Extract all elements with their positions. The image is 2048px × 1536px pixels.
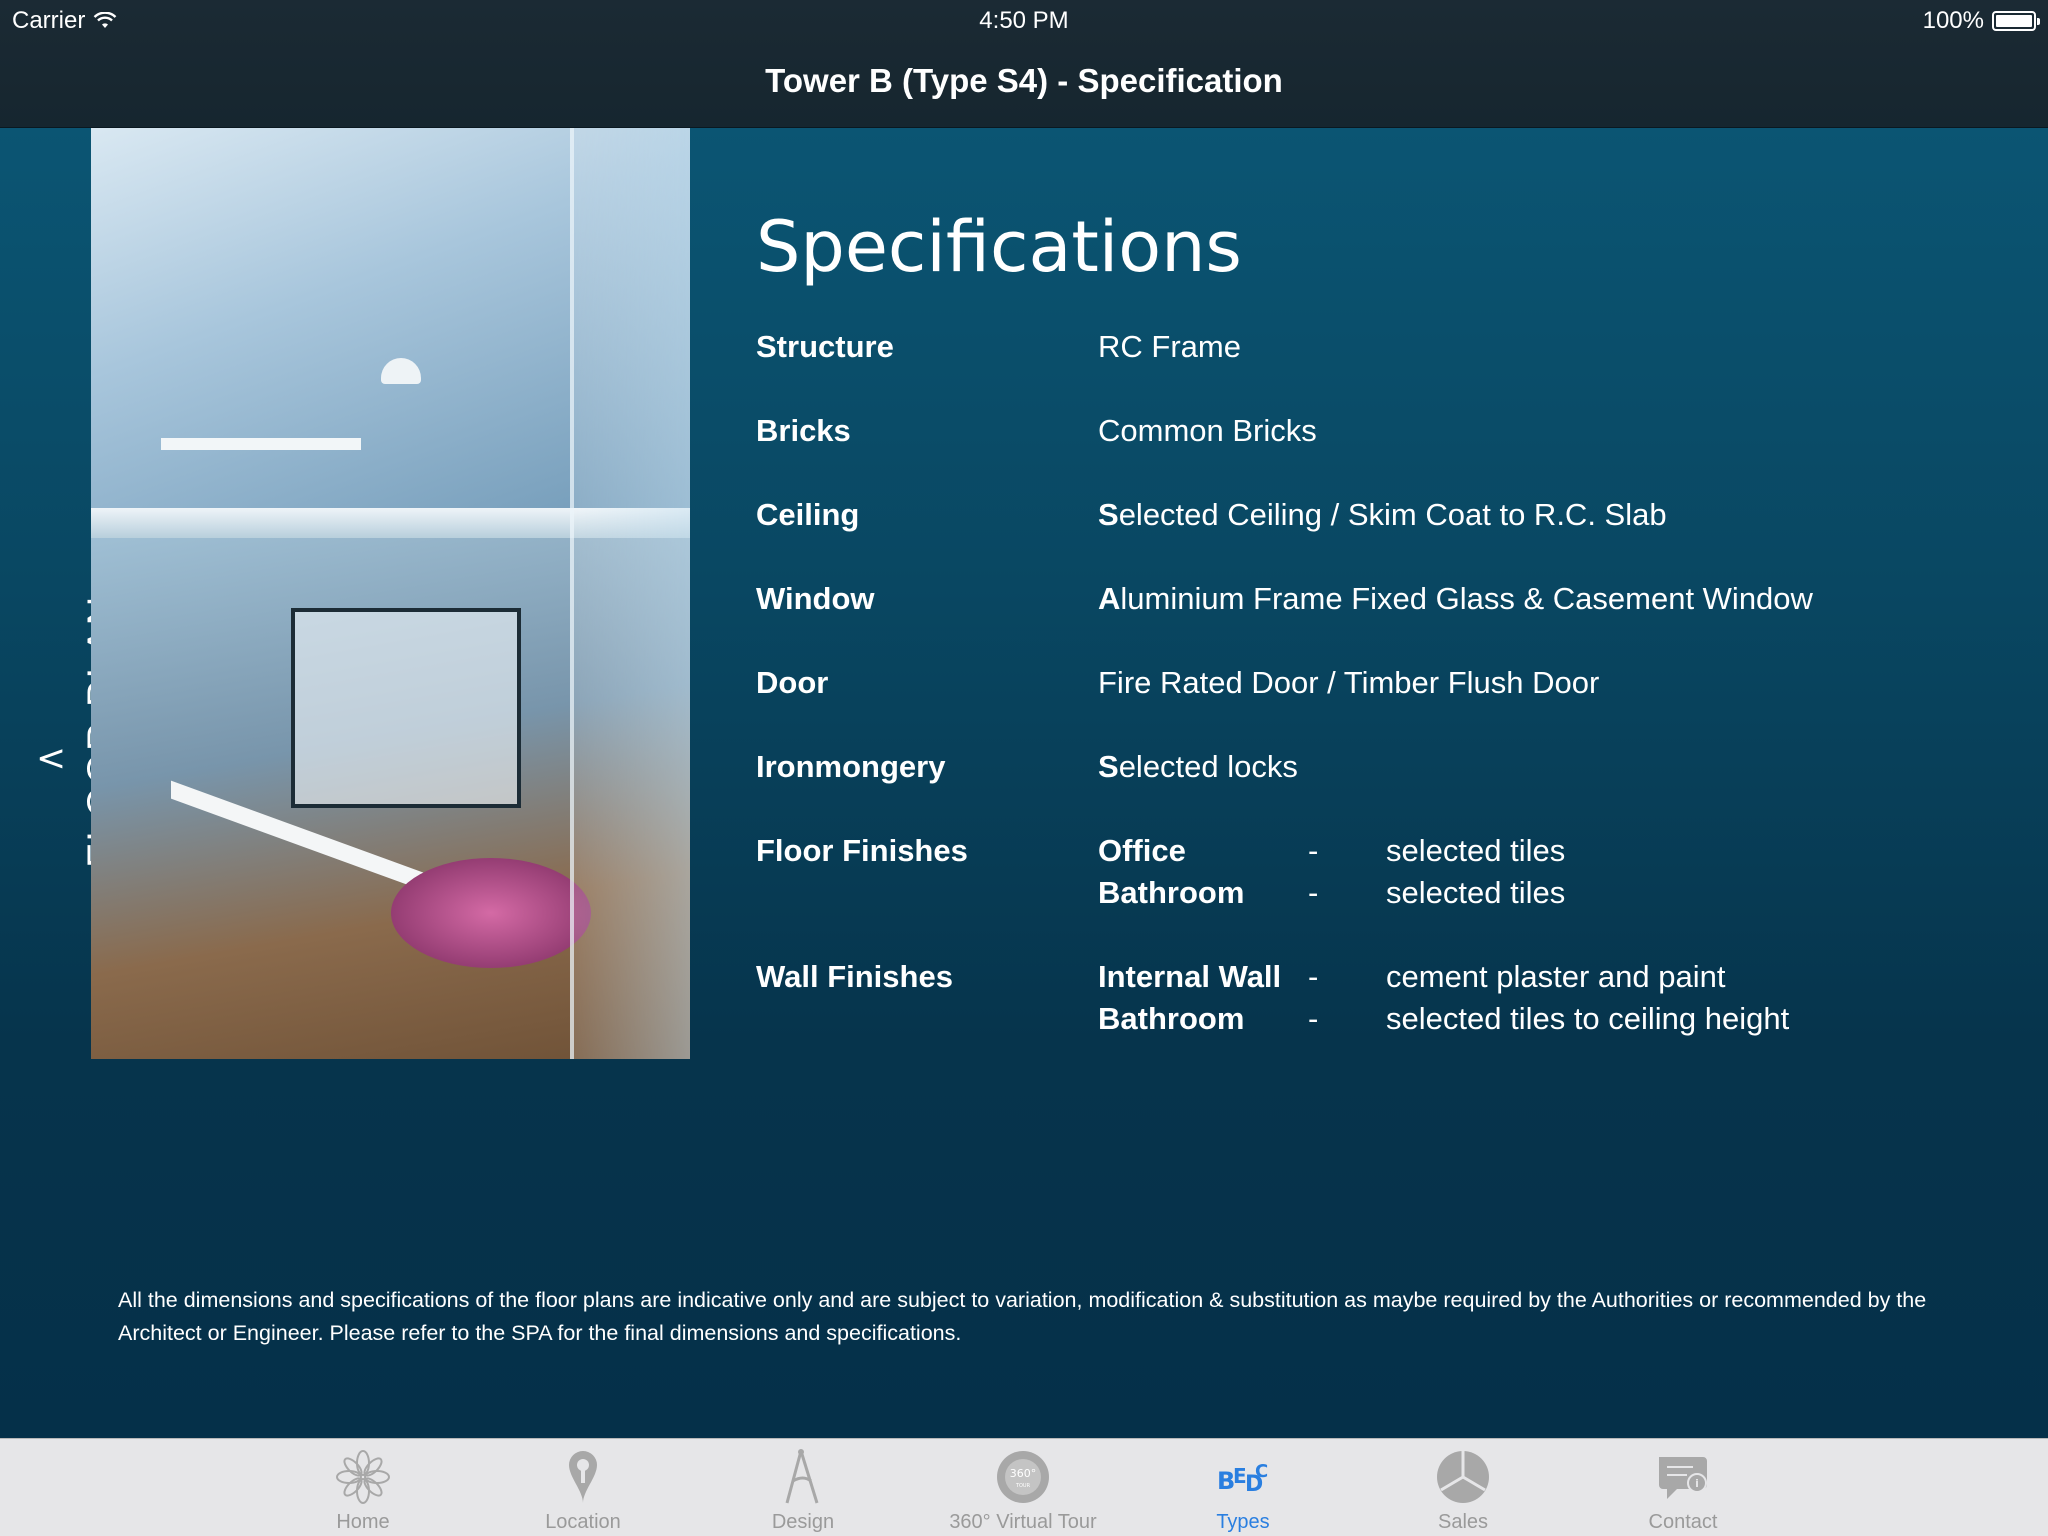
flower-icon [336,1450,390,1504]
tab-contact[interactable]: i Contact [1583,1439,1783,1536]
tab-label: Location [545,1511,621,1533]
tab-design[interactable]: Design [703,1439,903,1536]
tab-label: 360° Virtual Tour [949,1511,1097,1533]
finish-dash: - [1308,959,1319,994]
spec-label: Bricks [756,413,851,448]
finish-value: cement plaster and paint [1386,959,1726,994]
disclaimer-text: All the dimensions and specifications of… [118,1288,1927,1345]
spec-label: Ceiling [756,497,860,532]
finish-area: Internal Wall [1098,959,1282,994]
interior-render-image [91,128,690,1059]
location-pin-icon [569,1451,597,1503]
finish-area: Office [1098,833,1186,868]
status-time: 4:50 PM [979,7,1069,34]
finish-area: Bathroom [1098,1001,1245,1036]
tab-label: Sales [1437,1511,1489,1533]
svg-text:360°: 360° [1010,1467,1037,1480]
spec-value: Common Bricks [1098,413,1317,448]
battery-icon [1992,11,2040,31]
finish-area: Bathroom [1098,875,1245,910]
finish-value: selected tiles [1386,875,1566,910]
finish-dash: - [1308,833,1319,868]
spec-label: Ironmongery [756,749,946,784]
back-arrow-icon[interactable]: < [36,738,66,779]
finish-dash: - [1308,1001,1319,1036]
tab-sales[interactable]: Sales [1363,1439,1563,1536]
spec-label: Door [756,665,829,700]
tab-label: Types [1216,1511,1270,1533]
page-title: Tower B (Type S4) - Specification [765,62,1283,99]
svg-text:i: i [1695,1477,1699,1490]
spec-value: Selected Ceiling / Skim Coat to R.C. Sla… [1098,497,1667,532]
main-content: < FLOOR PLAN Specifications Structure RC… [0,128,2048,1438]
tab-home[interactable]: Home [263,1439,463,1536]
svg-text:TOUR: TOUR [1015,1483,1031,1489]
spec-label: Wall Finishes [756,959,953,994]
finish-value: selected tiles to ceiling height [1386,1001,1790,1036]
types-icon: B E D C [1217,1461,1268,1497]
tab-label: Contact [1648,1511,1718,1533]
svg-text:C: C [1255,1461,1268,1482]
spec-value: Aluminium Frame Fixed Glass & Casement W… [1098,581,1813,616]
status-bar: Carrier 4:50 PM 100% [0,0,2048,42]
spec-value: RC Frame [1098,329,1241,364]
pie-chart-icon [1437,1451,1489,1503]
tab-types[interactable]: B E D C Types [1143,1439,1343,1536]
chat-info-icon: i [1659,1457,1707,1499]
tab-virtual-tour[interactable]: 360° TOUR 360° Virtual Tour [923,1439,1123,1536]
tab-label: Design [771,1511,835,1533]
top-bar: Carrier 4:50 PM 100% Tower B (Type S4) -… [0,0,2048,128]
battery-percent: 100% [1922,7,1984,34]
tab-label: Home [336,1511,390,1533]
finish-value: selected tiles [1386,833,1566,868]
specifications-heading: Specifications [756,206,1242,288]
tab-location[interactable]: Location [483,1439,683,1536]
finish-dash: - [1308,875,1319,910]
tab-bar: Home Location Design 360° TOUR 360° Virt… [0,1438,2048,1536]
spec-value: Selected locks [1098,749,1298,784]
spec-label: Window [756,581,875,616]
compass-icon [785,1449,819,1504]
virtual-tour-360-icon: 360° TOUR [997,1451,1049,1503]
spec-label: Floor Finishes [756,833,968,868]
spec-label: Structure [756,329,894,364]
spec-value: Fire Rated Door / Timber Flush Door [1098,665,1600,700]
battery-info: 100% [1922,0,2040,42]
